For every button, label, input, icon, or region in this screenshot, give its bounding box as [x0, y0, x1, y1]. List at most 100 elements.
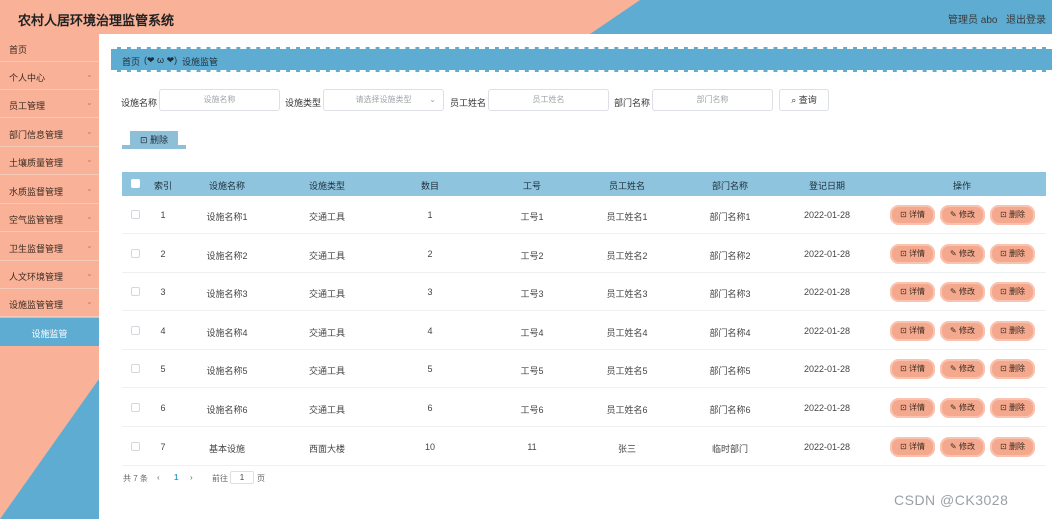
cell-staff-no: 工号4 [520, 327, 544, 338]
cell-date: 2022-01-28 [803, 325, 851, 336]
cell-index: 6 [160, 403, 166, 413]
pagination-page-input[interactable]: 1 [230, 471, 254, 484]
chevron-down-icon: ⌄ [86, 98, 93, 107]
chevron-down-icon: ⌄ [86, 127, 93, 136]
breadcrumb-current: 设施监管 [182, 57, 219, 67]
edit-button[interactable]: ✎ 修改 [940, 398, 985, 418]
cell-staff-name: 员工姓名1 [606, 212, 648, 222]
app-title: 农村人居环境治理监管系统 [18, 13, 175, 28]
chevron-down-icon: ⌄ [86, 70, 93, 79]
cell-staff-no: 工号3 [520, 289, 544, 300]
sidebar-item-water[interactable]: 水质监督管理 ⌄ [0, 176, 99, 204]
breadcrumb-home[interactable]: 首页 [122, 55, 140, 68]
cell-count: 10 [424, 441, 435, 452]
table-row: 4 设施名称4 交通工具 4 工号4 员工姓名4 部门名称4 2022-01-28 ⊡ 详情 ✎ … [122, 312, 1046, 350]
row-checkbox[interactable] [131, 287, 140, 297]
staff-name-input[interactable]: 员工姓名 [488, 89, 609, 111]
cell-type: 交通工具 [308, 289, 345, 300]
cell-date: 2022-01-28 [803, 441, 851, 452]
row-checkbox[interactable] [131, 403, 140, 412]
sidebar-item-sanitation[interactable]: 卫生监督管理 ⌄ [0, 233, 99, 261]
row-checkbox[interactable] [131, 210, 140, 219]
cell-department: 部门名称6 [709, 405, 751, 415]
row-checkbox[interactable] [131, 441, 140, 451]
edit-button[interactable]: ✎ 修改 [940, 359, 985, 380]
sidebar-item-culture[interactable]: 人文环境管理 ⌄ [0, 261, 99, 289]
detail-button[interactable]: ⊡ 详情 [890, 359, 935, 380]
row-checkbox[interactable] [131, 364, 140, 374]
edit-button[interactable]: ✎ 修改 [940, 243, 985, 264]
cell-index: 5 [160, 364, 166, 375]
row-checkbox[interactable] [131, 248, 140, 258]
delete-button[interactable]: ⊡ 删除 [990, 282, 1035, 303]
cell-name: 设施名称1 [206, 212, 248, 222]
delete-button[interactable]: ⊡ 删除 [990, 359, 1035, 380]
cell-department: 部门名称2 [709, 250, 751, 261]
cell-date: 2022-01-28 [803, 403, 851, 413]
sidebar-item-label: 首页 [9, 45, 28, 55]
cell-type: 西面大楼 [308, 443, 345, 454]
detail-button[interactable]: ⊡ 详情 [890, 398, 935, 418]
detail-button[interactable]: ⊡ 详情 [890, 243, 935, 264]
detail-button[interactable]: ⊡ 详情 [890, 282, 935, 303]
sidebar-item-home[interactable]: 首页 [0, 34, 99, 62]
delete-button[interactable]: ⊡ 删除 [990, 436, 1035, 457]
pagination-next[interactable]: › [190, 473, 193, 482]
row-checkbox[interactable] [131, 325, 140, 335]
table-header: 索引 设施名称 设施类型 数目 工号 员工姓名 部门名称 登记日期 操作 [122, 172, 1046, 196]
query-button-label: 查询 [798, 95, 817, 105]
sidebar-item-label: 水质监督管理 [9, 187, 64, 197]
department-input[interactable]: 部门名称 [652, 89, 773, 111]
detail-button[interactable]: ⊡ 详情 [890, 320, 935, 341]
edit-button[interactable]: ✎ 修改 [940, 282, 985, 303]
edit-button[interactable]: ✎ 修改 [940, 436, 985, 457]
sidebar-item-label: 土壤质量管理 [9, 158, 64, 168]
cell-date: 2022-01-28 [803, 287, 851, 298]
cell-staff-no: 工号5 [520, 366, 544, 377]
cell-name: 设施名称5 [206, 366, 248, 377]
sidebar-item-department[interactable]: 部门信息管理 ⌄ [0, 119, 99, 147]
sidebar-item-soil[interactable]: 土壤质量管理 ⌄ [0, 147, 99, 175]
sidebar: 首页 个人中心 ⌄ 员工管理 ⌄ 部门信息管理 ⌄ 土壤质量管理 ⌄ 水质监督管理 ⌄ 空… [0, 34, 99, 519]
sidebar-item-facility[interactable]: 设施监管管理 ⌄ [0, 289, 99, 317]
delete-button[interactable]: ⊡ 删除 [990, 320, 1035, 341]
cell-type: 交通工具 [308, 212, 345, 222]
cell-staff-name: 员工姓名3 [606, 289, 648, 300]
pagination-page-suffix: 页 [257, 474, 265, 483]
table-row: 3 设施名称3 交通工具 3 工号3 员工姓名3 部门名称3 2022-01-28 ⊡ 详情 ✎ … [122, 273, 1046, 312]
facility-name-input[interactable]: 设施名称 [159, 89, 280, 111]
edit-button[interactable]: ✎ 修改 [940, 320, 985, 341]
logout-link[interactable]: 退出登录 [1006, 11, 1046, 26]
sidebar-item-label: 设施监管管理 [9, 300, 64, 310]
pagination-current[interactable]: 1 [174, 473, 178, 482]
sidebar-item-label: 个人中心 [9, 73, 46, 83]
edit-button[interactable]: ✎ 修改 [940, 205, 985, 225]
chevron-down-icon: ⌄ [86, 297, 93, 306]
sidebar-item-air[interactable]: 空气监管管理 ⌄ [0, 204, 99, 232]
delete-button[interactable]: ⊡ 删除 [990, 398, 1035, 418]
sidebar-subitem-facility-supervision[interactable]: 设施监管 [0, 318, 99, 346]
select-all-checkbox[interactable] [131, 179, 140, 188]
search-icon: ⌕ [791, 95, 799, 105]
bulk-delete-button[interactable]: ⊡ 删除 [122, 131, 186, 149]
delete-button[interactable]: ⊡ 删除 [990, 243, 1035, 264]
query-button[interactable]: ⌕ 查询 [779, 89, 829, 111]
table-row: 6 设施名称6 交通工具 6 工号6 员工姓名6 部门名称6 2022-01-28 ⊡ 详情 ✎ … [122, 389, 1046, 427]
cell-count: 6 [427, 403, 433, 413]
facility-type-placeholder: 请选择设施类型 [355, 95, 412, 104]
sidebar-item-label: 空气监管管理 [9, 215, 64, 225]
col-operations: 操作 [952, 181, 971, 191]
trash-icon: ⊡ [139, 135, 151, 145]
facility-type-select[interactable]: 请选择设施类型 ⌄ [323, 89, 444, 111]
col-name: 设施名称 [208, 181, 245, 191]
cell-date: 2022-01-28 [803, 248, 851, 259]
sidebar-item-profile[interactable]: 个人中心 ⌄ [0, 62, 99, 90]
cell-date: 2022-01-28 [803, 364, 851, 375]
detail-button[interactable]: ⊡ 详情 [890, 436, 935, 457]
cell-type: 交通工具 [308, 405, 345, 415]
sidebar-item-staff[interactable]: 员工管理 ⌄ [0, 90, 99, 118]
pagination-prev[interactable]: ‹ [157, 473, 160, 482]
delete-button[interactable]: ⊡ 删除 [990, 205, 1035, 225]
detail-button[interactable]: ⊡ 详情 [890, 205, 935, 225]
cell-type: 交通工具 [308, 327, 345, 338]
